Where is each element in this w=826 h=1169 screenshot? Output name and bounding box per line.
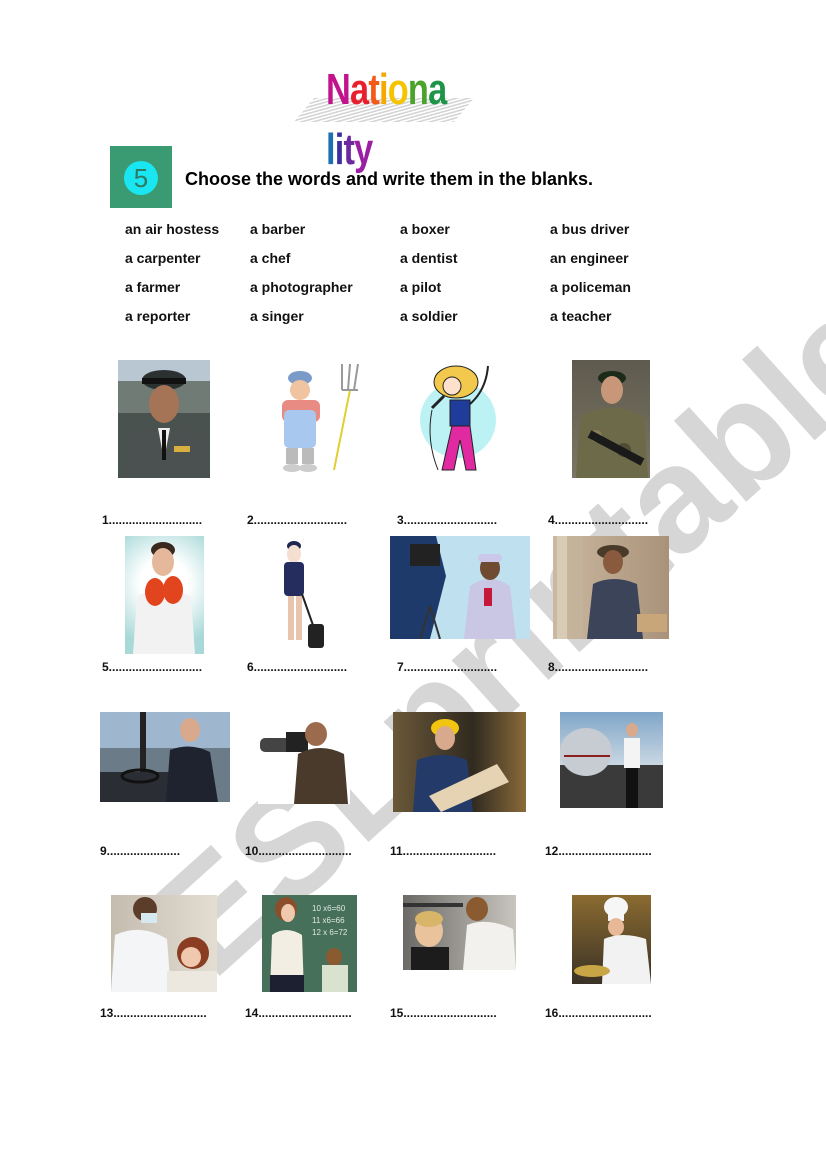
answer-blank[interactable]: 1............................ [102, 513, 202, 527]
picture-4-soldier [572, 360, 650, 478]
word-bank-item: a bus driver [550, 221, 630, 237]
picture-15-barber [403, 895, 516, 970]
word-bank-item: a reporter [125, 308, 191, 324]
picture-1-soldier [118, 360, 210, 478]
word-bank-item: an engineer [550, 250, 629, 266]
answer-blank[interactable]: 6............................ [247, 660, 347, 674]
answer-blank[interactable]: 15............................ [390, 1006, 497, 1020]
picture-10-photographer [258, 712, 350, 804]
picture-9-bus-driver [100, 712, 230, 802]
answer-blank[interactable]: 3............................ [397, 513, 497, 527]
picture-13-dentist [111, 895, 217, 992]
svg-text:11 x6=66: 11 x6=66 [312, 916, 345, 925]
word-bank-item: a pilot [400, 279, 442, 295]
answer-blank[interactable]: 4............................ [548, 513, 648, 527]
picture-11-engineer [393, 712, 526, 812]
picture-16-chef [572, 895, 651, 984]
title-letter: o [387, 65, 409, 114]
word-bank-item: a singer [250, 308, 304, 324]
answer-blank[interactable]: 16............................ [545, 1006, 652, 1020]
word-bank-item: a carpenter [125, 250, 201, 266]
answer-blank[interactable]: 12............................ [545, 844, 652, 858]
answer-blank[interactable]: 2............................ [247, 513, 347, 527]
word-bank-item: a farmer [125, 279, 181, 295]
answer-blank[interactable]: 8............................ [548, 660, 648, 674]
picture-6-air-hostess [272, 536, 344, 654]
picture-14-teacher: 10 x6=60 11 x6=66 12 x 6=72 [262, 895, 357, 992]
title-text: Nationality [326, 60, 451, 180]
picture-7-reporter [390, 536, 530, 639]
title-letter: t [368, 65, 379, 114]
word-bank-item: a policeman [550, 279, 631, 295]
svg-text:12 x 6=72: 12 x 6=72 [312, 928, 348, 937]
title-letter: a [350, 65, 369, 114]
exercise-number: 5 [124, 161, 158, 195]
word-bank-item: a boxer [400, 221, 450, 237]
word-bank-item: a chef [250, 250, 291, 266]
word-bank-item: a barber [250, 221, 306, 237]
word-bank-item: a soldier [400, 308, 458, 324]
picture-8-carpenter [553, 536, 669, 639]
answer-blank[interactable]: 7............................ [397, 660, 497, 674]
answer-blank[interactable]: 5............................ [102, 660, 202, 674]
answer-blank[interactable]: 13............................ [100, 1006, 207, 1020]
answer-blank[interactable]: 11............................ [390, 844, 496, 858]
word-bank-item: a dentist [400, 250, 458, 266]
exercise-number-badge: 5 [110, 146, 172, 208]
picture-5-boxer [125, 536, 204, 654]
svg-text:10 x6=60: 10 x6=60 [312, 904, 346, 913]
answer-blank[interactable]: 10............................ [245, 844, 352, 858]
title-letter: i [378, 65, 389, 114]
word-bank-item: a photographer [250, 279, 353, 295]
word-bank-item: an air hostess [125, 221, 220, 237]
title-letter: N [326, 65, 351, 114]
worksheet-title: Nationality [293, 60, 486, 174]
instruction-text: Choose the words and write them in the b… [185, 169, 594, 189]
answer-blank[interactable]: 9...................... [100, 844, 180, 858]
word-bank-item: a teacher [550, 308, 612, 324]
title-letter: a [428, 65, 447, 114]
picture-3-singer [416, 360, 500, 478]
picture-2-farmer [272, 360, 370, 478]
picture-12-pilot [560, 712, 663, 808]
answer-blank[interactable]: 14............................ [245, 1006, 352, 1020]
title-letter: n [407, 65, 429, 114]
